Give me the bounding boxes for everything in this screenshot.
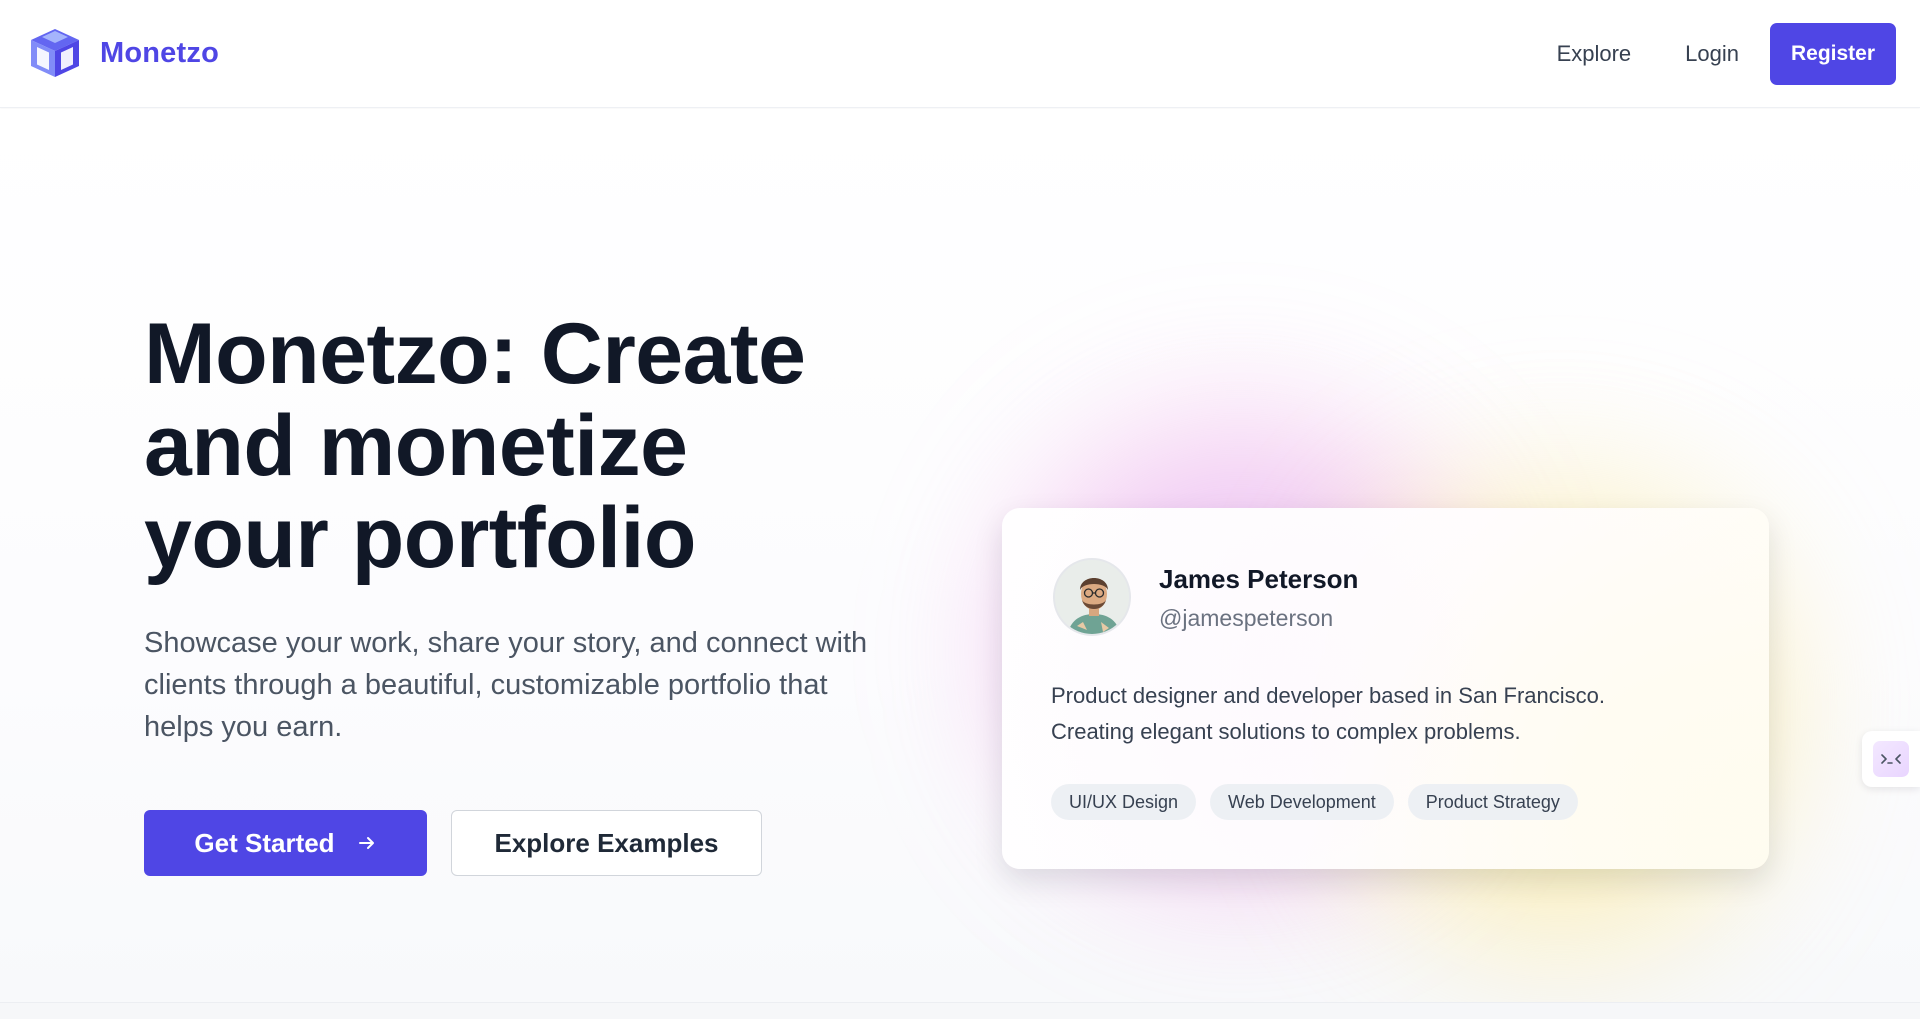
avatar (1053, 558, 1131, 636)
main-nav: Explore Login Register (1530, 23, 1896, 85)
nav-explore-link[interactable]: Explore (1530, 23, 1659, 85)
cube-logo-icon (28, 26, 82, 80)
hero-section: Monetzo: Create and monetize your portfo… (0, 109, 1920, 1002)
next-section-edge (0, 1002, 1920, 1019)
nav-login-link[interactable]: Login (1658, 23, 1766, 85)
skill-tags: UI/UX Design Web Development Product Str… (1051, 784, 1578, 820)
terminal-icon (1873, 741, 1909, 777)
skill-tag: Product Strategy (1407, 784, 1578, 820)
brand-name: Monetzo (100, 36, 219, 69)
register-button[interactable]: Register (1770, 23, 1896, 85)
profile-handle: @jamespeterson (1159, 605, 1334, 631)
profile-bio-line-2: Creating elegant solutions to complex pr… (1051, 719, 1521, 744)
hero-title-line-3: your portfolio (144, 490, 696, 586)
profile-name: James Peterson (1159, 564, 1359, 594)
arrow-right-icon (357, 833, 377, 853)
skill-tag: UI/UX Design (1051, 784, 1197, 820)
hero-title-line-2: and monetize (144, 398, 688, 494)
logo-link[interactable]: Monetzo (28, 26, 219, 80)
profile-bio-line-1: Product designer and developer based in … (1051, 683, 1606, 708)
cta-row: Get Started Explore Examples (144, 810, 904, 876)
dev-tools-widget[interactable] (1862, 731, 1920, 787)
hero-title-line-1: Monetzo: Create (144, 306, 806, 402)
profile-bio: Product designer and developer based in … (1051, 678, 1711, 750)
explore-examples-button[interactable]: Explore Examples (451, 810, 762, 876)
hero-title: Monetzo: Create and monetize your portfo… (144, 308, 904, 584)
skill-tag: Web Development (1210, 784, 1394, 820)
hero-content: Monetzo: Create and monetize your portfo… (144, 308, 904, 876)
get-started-button[interactable]: Get Started (144, 810, 427, 876)
get-started-label: Get Started (194, 827, 335, 858)
profile-card: James Peterson @jamespeterson Product de… (1002, 508, 1769, 869)
site-header: Monetzo Explore Login Register (0, 0, 1920, 108)
hero-subtitle: Showcase your work, share your story, an… (144, 627, 868, 743)
